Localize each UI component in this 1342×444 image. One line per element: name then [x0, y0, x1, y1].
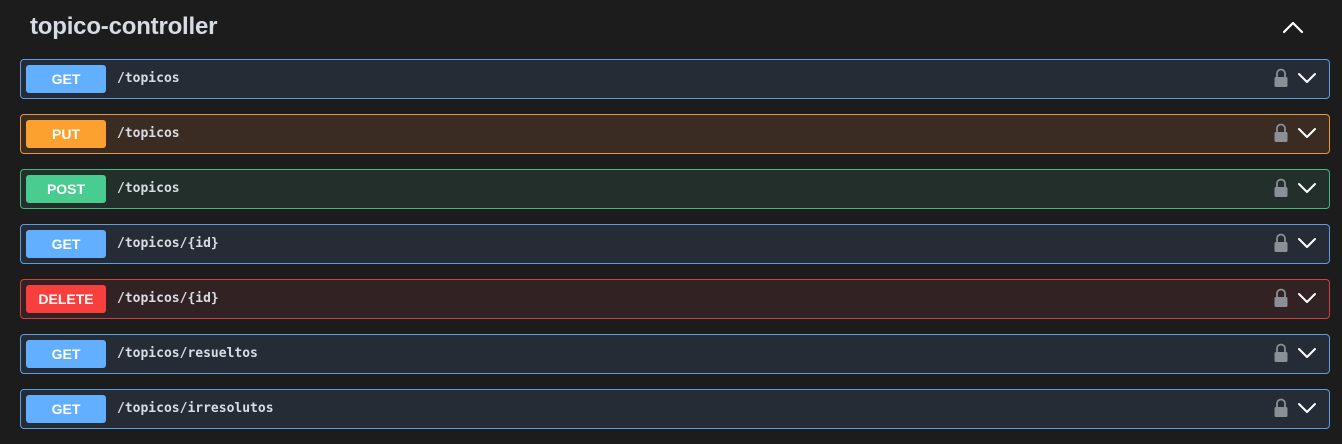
- operation-path: /topicos/{id}: [117, 236, 219, 251]
- chevron-down-icon[interactable]: [1297, 400, 1317, 416]
- lock-icon[interactable]: [1273, 122, 1289, 144]
- chevron-down-icon[interactable]: [1297, 345, 1317, 361]
- operation-path: /topicos: [117, 181, 180, 196]
- chevron-down-icon[interactable]: [1297, 235, 1317, 251]
- chevron-down-icon[interactable]: [1297, 180, 1317, 196]
- operation-get-topicos[interactable]: GET /topicos: [20, 59, 1330, 99]
- operation-get-topicos-irresolutos[interactable]: GET /topicos/irresolutos: [20, 389, 1330, 429]
- lock-icon[interactable]: [1273, 287, 1289, 309]
- operation-get-topicos-resueltos[interactable]: GET /topicos/resueltos: [20, 334, 1330, 374]
- lock-icon[interactable]: [1273, 342, 1289, 364]
- operation-path: /topicos/irresolutos: [117, 401, 274, 416]
- lock-icon[interactable]: [1273, 232, 1289, 254]
- chevron-down-icon[interactable]: [1297, 290, 1317, 306]
- section-header[interactable]: topico-controller: [0, 0, 1342, 56]
- section-title: topico-controller: [30, 13, 218, 40]
- operation-get-topicos-id[interactable]: GET /topicos/{id}: [20, 224, 1330, 264]
- method-badge: GET: [26, 395, 106, 423]
- lock-icon[interactable]: [1273, 397, 1289, 419]
- lock-icon[interactable]: [1273, 177, 1289, 199]
- operations-list: GET /topicos PUT /topicos POST /topicos …: [20, 59, 1330, 444]
- operation-path: /topicos: [117, 126, 180, 141]
- operation-path: /topicos/resueltos: [117, 346, 258, 361]
- operation-delete-topicos-id[interactable]: DELETE /topicos/{id}: [20, 279, 1330, 319]
- chevron-down-icon[interactable]: [1297, 125, 1317, 141]
- operation-path: /topicos/{id}: [117, 291, 219, 306]
- lock-icon[interactable]: [1273, 67, 1289, 89]
- operation-post-topicos[interactable]: POST /topicos: [20, 169, 1330, 209]
- method-badge: GET: [26, 340, 106, 368]
- operation-put-topicos[interactable]: PUT /topicos: [20, 114, 1330, 154]
- method-badge: POST: [26, 175, 106, 203]
- chevron-down-icon[interactable]: [1297, 70, 1317, 86]
- chevron-up-icon[interactable]: [1280, 16, 1306, 38]
- method-badge: PUT: [26, 120, 106, 148]
- method-badge: DELETE: [26, 285, 106, 313]
- method-badge: GET: [26, 65, 106, 93]
- method-badge: GET: [26, 230, 106, 258]
- operation-path: /topicos: [117, 71, 180, 86]
